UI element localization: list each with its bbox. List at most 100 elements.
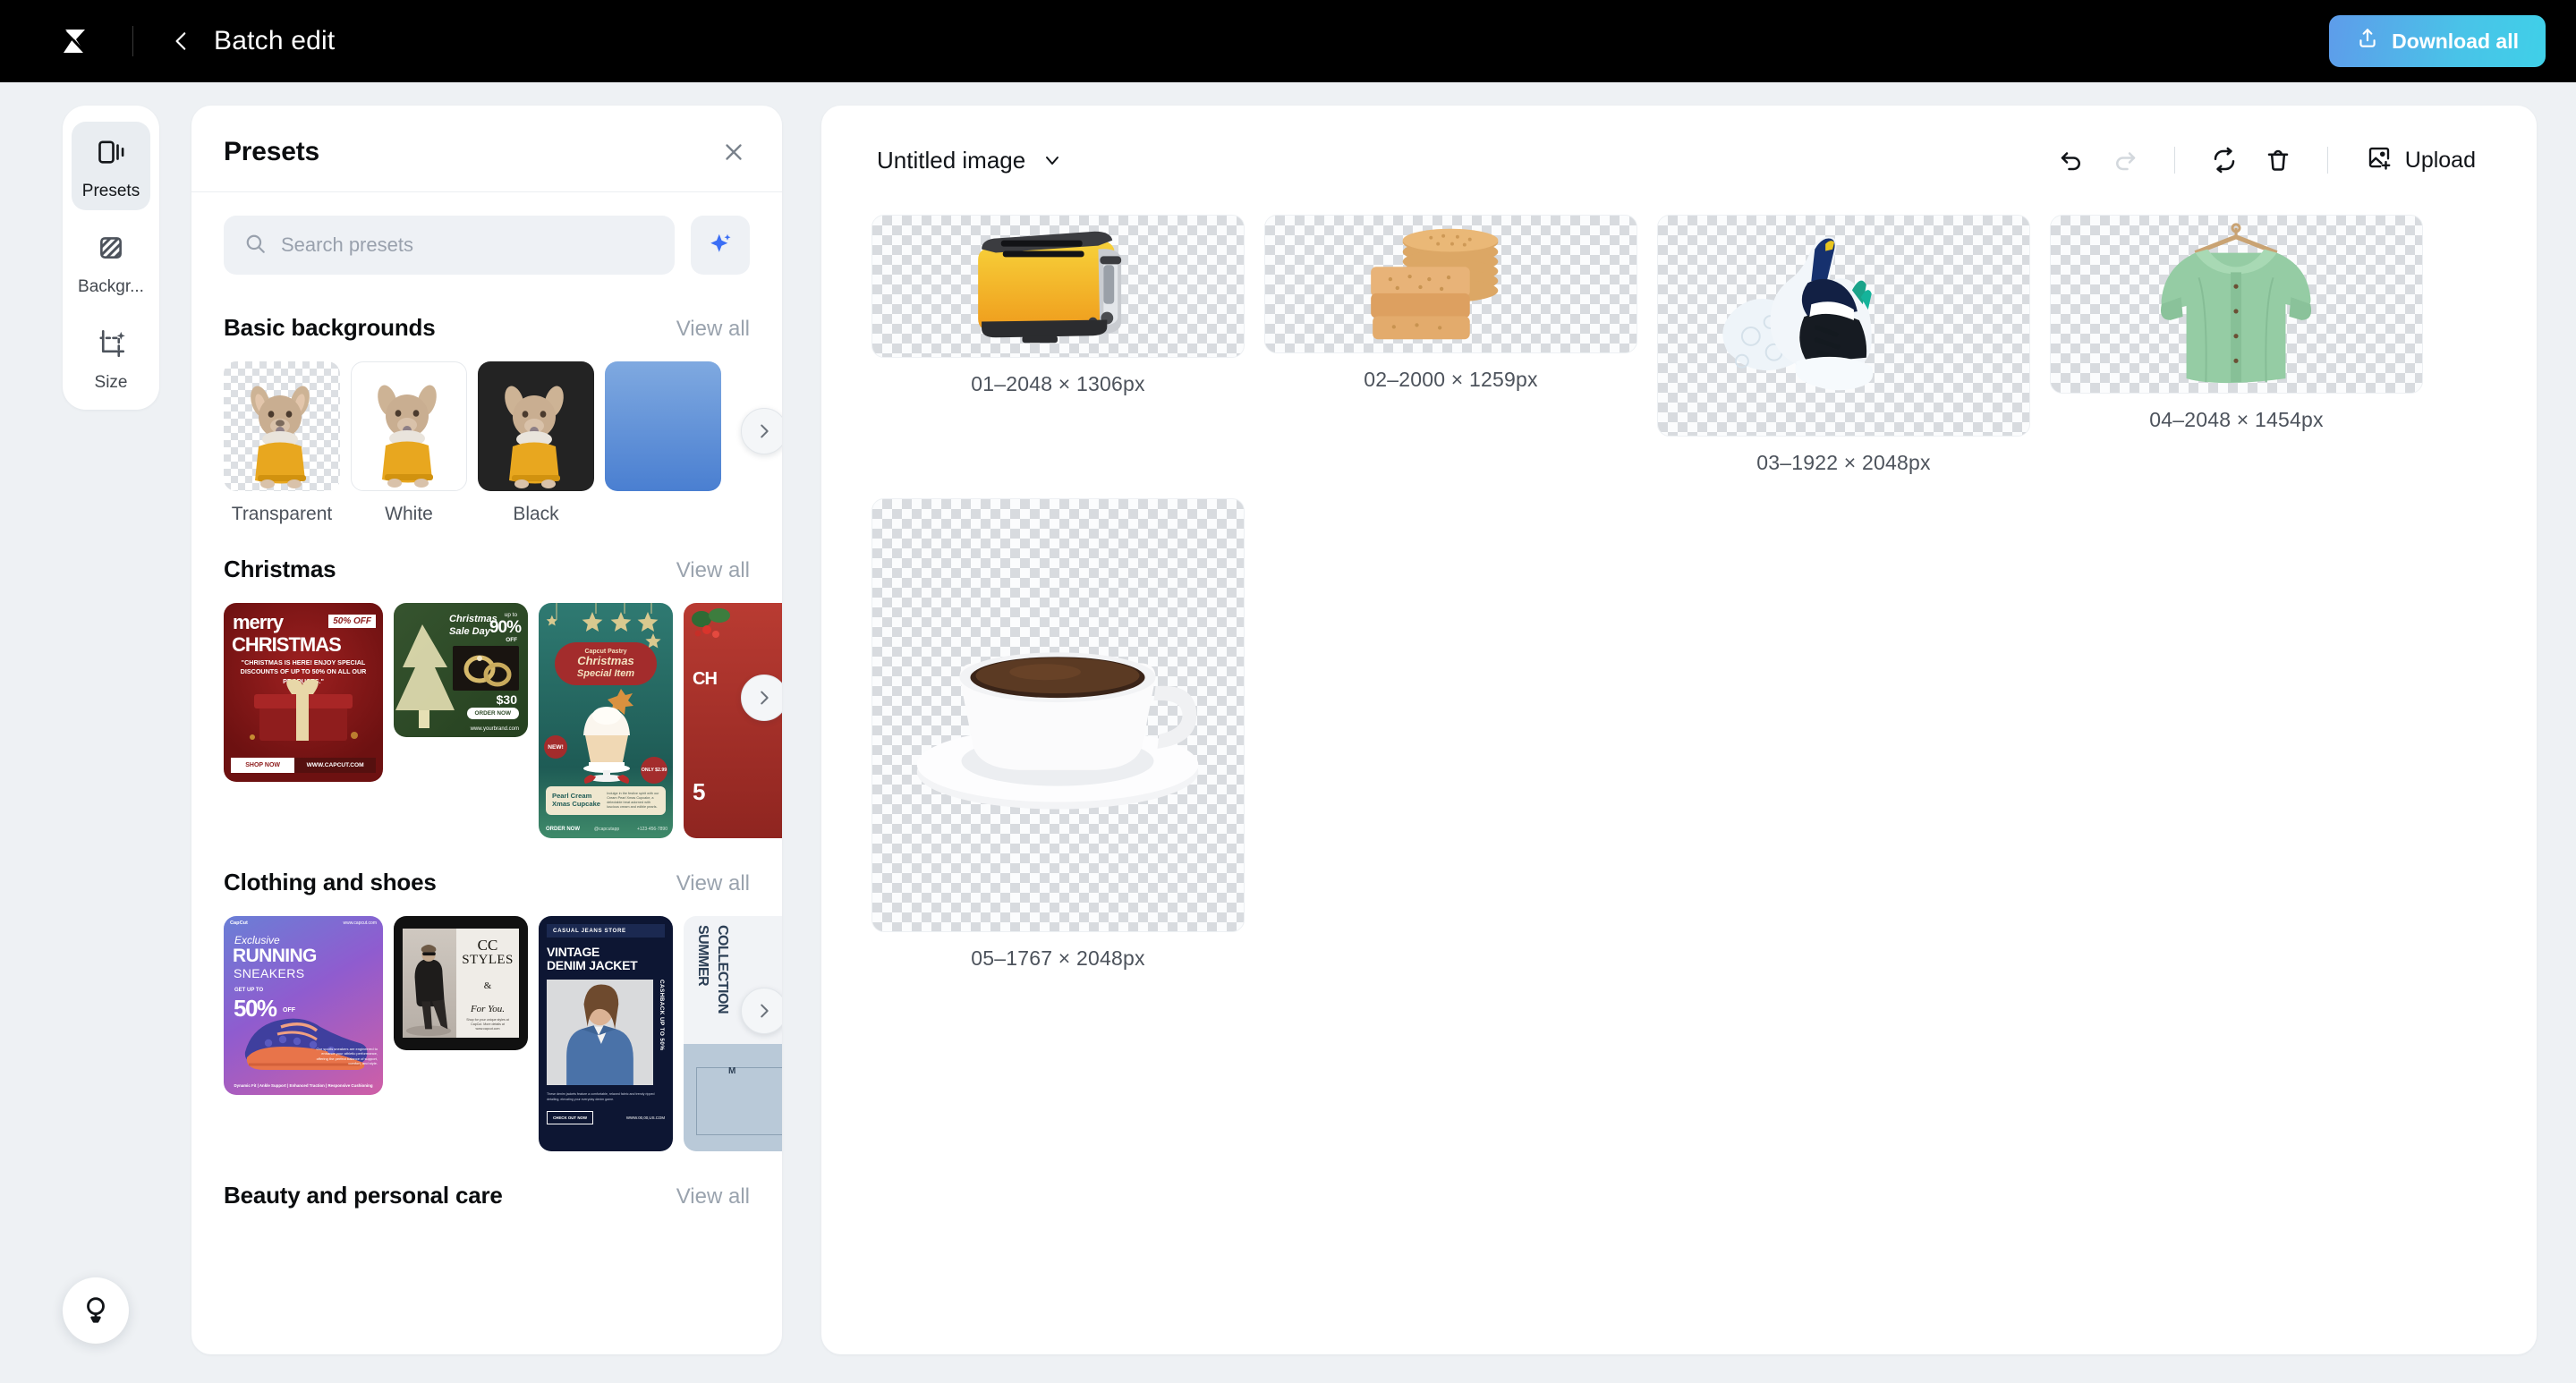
tpl-line-1: CC [477, 937, 498, 954]
undo-icon[interactable] [2047, 136, 2096, 184]
top-bar: Batch edit Download all [0, 0, 2576, 82]
back-button[interactable] [164, 23, 200, 59]
preset-card[interactable] [605, 361, 721, 525]
tpl-cta: ORDER NOW [466, 708, 519, 719]
preset-card[interactable]: Transparent [224, 361, 340, 525]
image-thumb-sneaker[interactable] [1657, 215, 2030, 437]
preset-card[interactable]: Christmas Sale Day up to 90% OFF $30 ORD… [394, 603, 528, 737]
presets-scroll-area[interactable]: Basic backgrounds View all Transparent W… [191, 282, 782, 1354]
close-icon[interactable] [718, 136, 750, 168]
presets-title: Presets [224, 137, 320, 166]
download-all-label: Download all [2392, 29, 2519, 53]
tpl-script: For You. [470, 1003, 506, 1014]
preset-label: White [385, 504, 433, 524]
view-all-link[interactable]: View all [676, 317, 750, 342]
tpl-line-1: merry [233, 611, 284, 633]
tpl-badge: 5 [693, 778, 706, 805]
view-all-link[interactable]: View all [676, 558, 750, 583]
capcut-logo-icon[interactable] [54, 21, 95, 62]
tpl-body: Our sports sneakers are engineered to en… [316, 1046, 378, 1066]
tpl-badge: 90% [489, 618, 522, 637]
tpl-line-2: SNEAKERS [234, 966, 305, 980]
presets-panel: Presets Search presets Basic backgrounds… [191, 106, 782, 1354]
tpl-cta: CHECK OUT NOW [547, 1110, 594, 1124]
section-title: Christmas [224, 556, 336, 582]
tpl-line-2: DENIM JACKET [547, 957, 638, 972]
redo-icon[interactable] [2101, 136, 2149, 184]
preset-section-christmas: Christmas View all merry 50% OFF CHRISTM… [191, 534, 782, 847]
tpl-line-1: SUMMER [695, 925, 710, 987]
image-cell[interactable]: 02–2000 × 1259px [1264, 215, 1657, 498]
image-caption: 01–2048 × 1306px [971, 372, 1145, 395]
image-caption: 03–1922 × 2048px [1756, 451, 1931, 474]
topbar-divider [132, 26, 133, 56]
sparkle-icon [707, 231, 734, 260]
preset-section-basic-backgrounds: Basic backgrounds View all Transparent W… [191, 293, 782, 534]
rail-item-presets[interactable]: Presets [72, 122, 150, 210]
preset-carousel: Transparent White Black [191, 361, 782, 525]
preset-label: Transparent [231, 504, 333, 524]
image-cell[interactable]: 04–2048 × 1454px [2050, 215, 2443, 498]
tpl-line-2: COLLECTION [715, 925, 730, 1014]
search-box[interactable] [224, 216, 675, 275]
tpl-line-1: CH [693, 669, 718, 689]
image-thumb-toaster[interactable] [871, 215, 1245, 358]
section-header: Clothing and shoes View all [191, 869, 782, 916]
carousel-track: merry 50% OFF CHRISTMAS "CHRISTMAS IS HE… [224, 603, 782, 838]
image-cell[interactable]: 03–1922 × 2048px [1657, 215, 2050, 498]
slides-icon [93, 134, 129, 174]
tpl-line-1: VINTAGE [547, 945, 600, 959]
preset-thumb-denim-jacket: CASUAL JEANS STORE VINTAGE DENIM JACKET [539, 916, 673, 1151]
ai-generate-button[interactable] [691, 216, 750, 275]
image-grid: 01–2048 × 1306px 02–2000 × 1259px 03–192… [821, 184, 2537, 994]
tpl-badge-sub: up to [504, 612, 517, 618]
preset-card[interactable]: CapCut www.capcut.com Exclusive RUNNING … [224, 916, 383, 1095]
preset-section-clothing-and-shoes: Clothing and shoes View all CapCut www.c… [191, 847, 782, 1160]
search-input[interactable] [281, 233, 655, 257]
rail-item-background[interactable]: Backgr... [72, 217, 150, 306]
download-all-button[interactable]: Download all [2329, 15, 2546, 67]
canvas-toolbar: Upload [2047, 136, 2488, 184]
image-cell[interactable]: 05–1767 × 2048px [871, 498, 1264, 994]
upload-button[interactable]: Upload [2353, 136, 2488, 184]
tpl-line-1: RUNNING [233, 946, 317, 966]
image-thumb-coffee-cup[interactable] [871, 498, 1245, 932]
view-all-link[interactable]: View all [676, 1184, 750, 1209]
image-cell[interactable]: 01–2048 × 1306px [871, 215, 1264, 498]
image-thumb-green-shirt[interactable] [2050, 215, 2423, 394]
canvas-area: Untitled image Upload 01–2048 × 1306px 0… [821, 106, 2537, 1354]
crop-sparkle-icon [93, 326, 129, 366]
replace-icon[interactable] [2200, 136, 2249, 184]
toolbar-divider [2326, 147, 2328, 174]
image-caption: 04–2048 × 1454px [2149, 408, 2324, 431]
preset-card[interactable]: merry 50% OFF CHRISTMAS "CHRISTMAS IS HE… [224, 603, 383, 782]
preset-card[interactable]: Capcut Pastry Christmas Special Item NEW… [539, 603, 673, 838]
tpl-url: www.yourbrand.com [470, 726, 519, 732]
preset-card[interactable]: CC STYLES & For You. Shop for your uniqu… [394, 916, 528, 1050]
chevron-down-icon[interactable] [1041, 149, 1063, 171]
section-header: Basic backgrounds View all [191, 314, 782, 361]
trash-icon[interactable] [2254, 136, 2302, 184]
rail-item-size[interactable]: Size [72, 313, 150, 402]
view-all-link[interactable]: View all [676, 871, 750, 896]
preset-card[interactable]: White [351, 361, 467, 525]
preset-thumb-cc-styles: CC STYLES & For You. Shop for your uniqu… [394, 916, 528, 1050]
image-thumb-biscuits[interactable] [1264, 215, 1637, 353]
carousel-next-button[interactable] [741, 408, 782, 454]
tpl-cta: M [728, 1066, 736, 1076]
tpl-product: Pearl Cream Xmas Cupcake [552, 791, 601, 808]
tpl-line-2: CHRISTMAS [232, 633, 342, 656]
tpl-line-2: Sale Day [449, 626, 490, 637]
section-header: Beauty and personal care View all [191, 1182, 782, 1229]
tpl-line-2: STYLES [462, 953, 514, 967]
carousel-next-button[interactable] [741, 675, 782, 721]
preset-thumb-sale-day: Christmas Sale Day up to 90% OFF $30 ORD… [394, 603, 528, 737]
carousel-next-button[interactable] [741, 988, 782, 1034]
upload-label: Upload [2404, 147, 2476, 173]
tpl-phone: +123-456-7890 [636, 827, 667, 832]
tpl-badge-note: OFF [506, 637, 517, 643]
help-tips-button[interactable] [63, 1277, 129, 1344]
tpl-brand: CapCut [230, 921, 248, 926]
preset-card[interactable]: CASUAL JEANS STORE VINTAGE DENIM JACKET [539, 916, 673, 1151]
preset-card[interactable]: Black [478, 361, 594, 525]
